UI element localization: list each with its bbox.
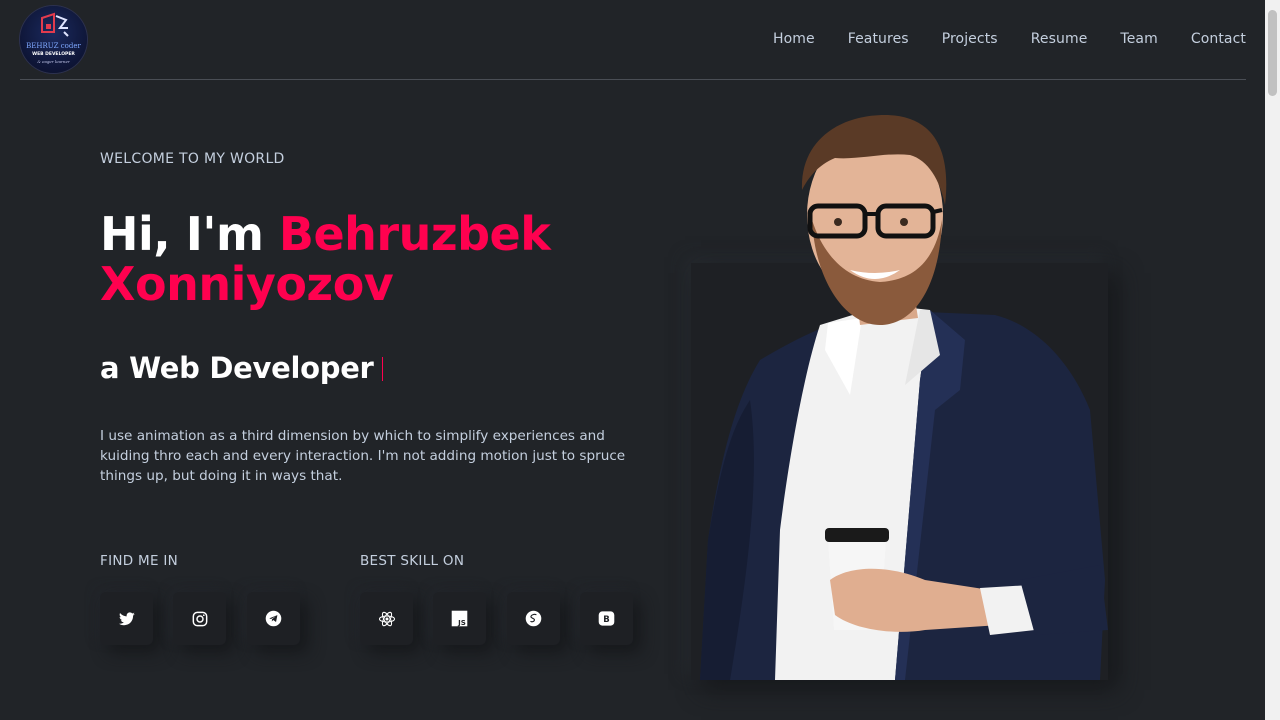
role-headline: a Web Developer: [100, 351, 383, 385]
hero-name-last: Xonniyozov: [100, 257, 394, 311]
instagram-icon: [192, 611, 207, 626]
telegram-icon: [265, 610, 282, 627]
skills-label: BEST SKILL ON: [360, 553, 465, 569]
portrait-image: [700, 115, 1108, 680]
page-scrollbar[interactable]: [1265, 0, 1280, 720]
instagram-button[interactable]: [173, 592, 226, 645]
hero-title: Hi, I'm Behruzbek Xonniyozov: [100, 209, 660, 309]
social-label: FIND ME IN: [100, 553, 179, 569]
nav-team[interactable]: Team: [1120, 31, 1157, 47]
hero-description: I use animation as a third dimension by …: [100, 428, 626, 484]
twitter-button[interactable]: [100, 592, 153, 645]
bootstrap-skill-button[interactable]: B: [580, 592, 633, 645]
javascript-icon: JS: [451, 610, 468, 627]
welcome-subtitle: WELCOME TO MY WORLD: [100, 151, 285, 167]
sass-skill-button[interactable]: [507, 592, 560, 645]
logo[interactable]: BEHRUZ coder WEB DEVELOPER & eager learn…: [20, 6, 87, 73]
role-text: Web Developer: [129, 351, 374, 385]
logo-name: BEHRUZ coder: [26, 42, 81, 50]
twitter-icon: [118, 611, 135, 625]
nav-projects[interactable]: Projects: [942, 31, 998, 47]
site-header: BEHRUZ coder WEB DEVELOPER & eager learn…: [20, 0, 1246, 80]
svg-text:B: B: [603, 615, 609, 625]
bootstrap-icon: B: [598, 611, 615, 626]
telegram-button[interactable]: [247, 592, 300, 645]
hero-greeting: Hi, I'm: [100, 207, 279, 261]
logo-role: WEB DEVELOPER: [32, 52, 75, 57]
typing-cursor: [381, 357, 383, 381]
sass-icon: [525, 610, 542, 627]
logo-subtitle: & eager learner: [37, 59, 70, 64]
nav-features[interactable]: Features: [848, 31, 909, 47]
nav-resume[interactable]: Resume: [1031, 31, 1088, 47]
hero-name-first: Behruzbek: [278, 207, 551, 261]
javascript-skill-button[interactable]: JS: [433, 592, 486, 645]
main-nav: Home Features Projects Resume Team Conta…: [773, 31, 1246, 47]
role-prefix: a: [100, 351, 130, 385]
nav-contact[interactable]: Contact: [1191, 31, 1246, 47]
react-skill-button[interactable]: [360, 592, 413, 645]
scrollbar-thumb[interactable]: [1268, 10, 1277, 96]
svg-text:JS: JS: [457, 618, 466, 627]
nav-home[interactable]: Home: [773, 31, 815, 47]
react-icon: [378, 611, 395, 626]
